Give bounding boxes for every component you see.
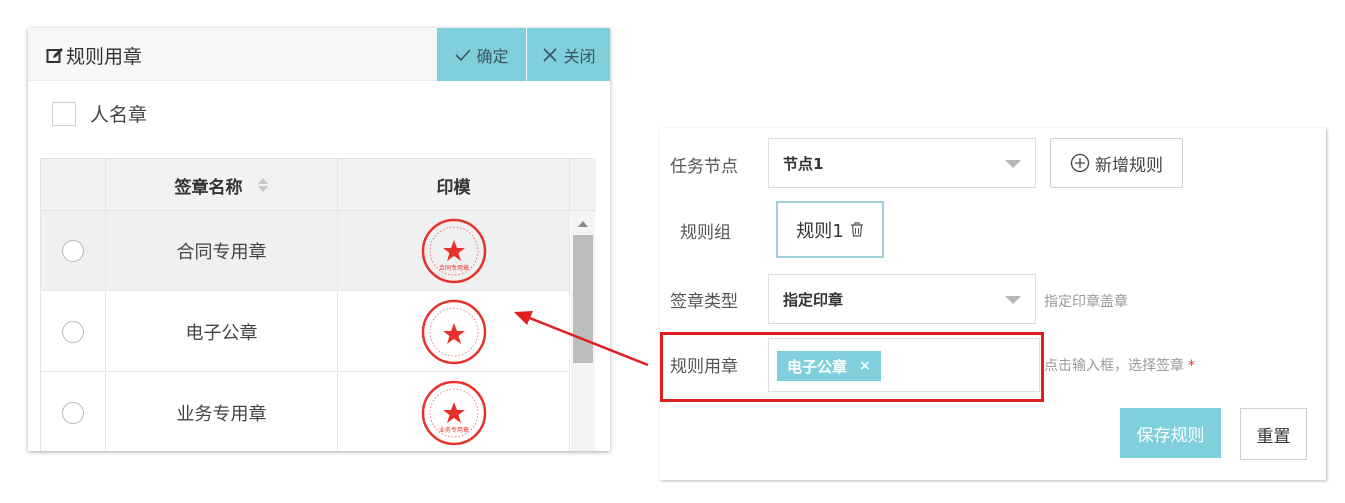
seal-name-cell: 业务专用章	[106, 373, 338, 451]
row-radio[interactable]	[62, 240, 84, 262]
header-seal-name-label: 签章名称	[174, 177, 243, 198]
seal-stamp-image: 合同专用章	[421, 218, 486, 284]
rule-seal-hint-text: 点击输入框，选择签章	[1044, 358, 1184, 374]
edit-icon	[46, 47, 63, 63]
sign-type-hint: 指定印章盖章	[1044, 294, 1128, 310]
person-seal-checkbox-row[interactable]: 人名章	[52, 100, 147, 127]
header-radio-col	[41, 159, 106, 211]
table-row[interactable]: 业务专用章 业务专用章	[41, 373, 570, 451]
sort-icon[interactable]	[257, 177, 269, 193]
seal-name-cell: 合同专用章	[106, 211, 338, 291]
table-row[interactable]: 合同专用章 合同专用章	[41, 211, 570, 291]
reset-button[interactable]: 重置	[1240, 408, 1307, 460]
close-icon	[543, 47, 558, 62]
header-scroll-col	[570, 159, 596, 211]
seal-image-cell: 业务专用章	[338, 373, 570, 451]
person-seal-checkbox[interactable]	[52, 101, 76, 126]
rule-group-tag[interactable]: 规则1	[776, 201, 884, 258]
plus-circle-icon	[1070, 153, 1090, 173]
task-node-select[interactable]: 节点1	[768, 138, 1036, 188]
row-radio-cell	[41, 373, 106, 451]
dialog-header: 规则用章 确定 关闭	[28, 28, 610, 81]
add-rule-button[interactable]: 新增规则	[1050, 138, 1183, 188]
rule-form-panel: 任务节点 节点1 新增规则 规则组 规则1 签章类型 指定印章 指定印章盖章 规…	[660, 128, 1326, 480]
highlight-box	[660, 332, 1044, 402]
header-seal-image-label: 印模	[436, 177, 471, 198]
seal-stamp-image	[421, 299, 486, 365]
chevron-down-icon	[1005, 296, 1021, 304]
seal-stamp-image: 业务专用章	[421, 380, 486, 446]
rule-seal-hint: 点击输入框，选择签章 *	[1044, 355, 1195, 375]
seal-select-dialog: 规则用章 确定 关闭 人名章 签章名称 印模 合同专用章 合同专用章 电子公章 …	[28, 28, 610, 451]
dialog-title: 规则用章	[46, 42, 142, 69]
row-radio[interactable]	[62, 321, 84, 343]
seal-name-cell: 电子公章	[106, 292, 338, 372]
person-seal-label: 人名章	[90, 104, 148, 126]
save-rule-button[interactable]: 保存规则	[1120, 408, 1221, 458]
close-label: 关闭	[563, 46, 596, 66]
table-row[interactable]: 电子公章	[41, 292, 570, 372]
seal-image-cell: 合同专用章	[338, 211, 570, 291]
required-mark: *	[1188, 358, 1195, 374]
seal-caption: 合同专用章	[438, 264, 468, 272]
chevron-down-icon	[1005, 160, 1021, 168]
confirm-label: 确定	[476, 46, 509, 66]
rule-group-label: 规则组	[680, 223, 731, 243]
task-node-label: 任务节点	[670, 157, 738, 177]
trash-icon[interactable]	[850, 222, 864, 237]
task-node-value: 节点1	[783, 154, 824, 173]
rule-tag-label: 规则1	[796, 220, 844, 242]
pointer-arrow-icon	[514, 311, 649, 367]
sign-type-select[interactable]: 指定印章	[768, 274, 1036, 324]
check-icon	[455, 48, 472, 61]
seal-caption: 业务专用章	[438, 426, 468, 434]
row-radio-cell	[41, 211, 106, 291]
table-header: 签章名称 印模	[41, 159, 596, 211]
header-seal-image: 印模	[338, 159, 570, 211]
header-seal-name[interactable]: 签章名称	[106, 159, 338, 211]
add-rule-label: 新增规则	[1095, 155, 1163, 176]
sign-type-label: 签章类型	[670, 292, 738, 312]
confirm-button[interactable]: 确定	[437, 28, 526, 81]
dialog-title-text: 规则用章	[66, 46, 143, 68]
row-radio[interactable]	[62, 402, 84, 424]
sign-type-value: 指定印章	[783, 290, 844, 309]
row-radio-cell	[41, 292, 106, 372]
scroll-up-arrow-icon[interactable]	[578, 221, 588, 227]
close-button[interactable]: 关闭	[527, 28, 610, 81]
